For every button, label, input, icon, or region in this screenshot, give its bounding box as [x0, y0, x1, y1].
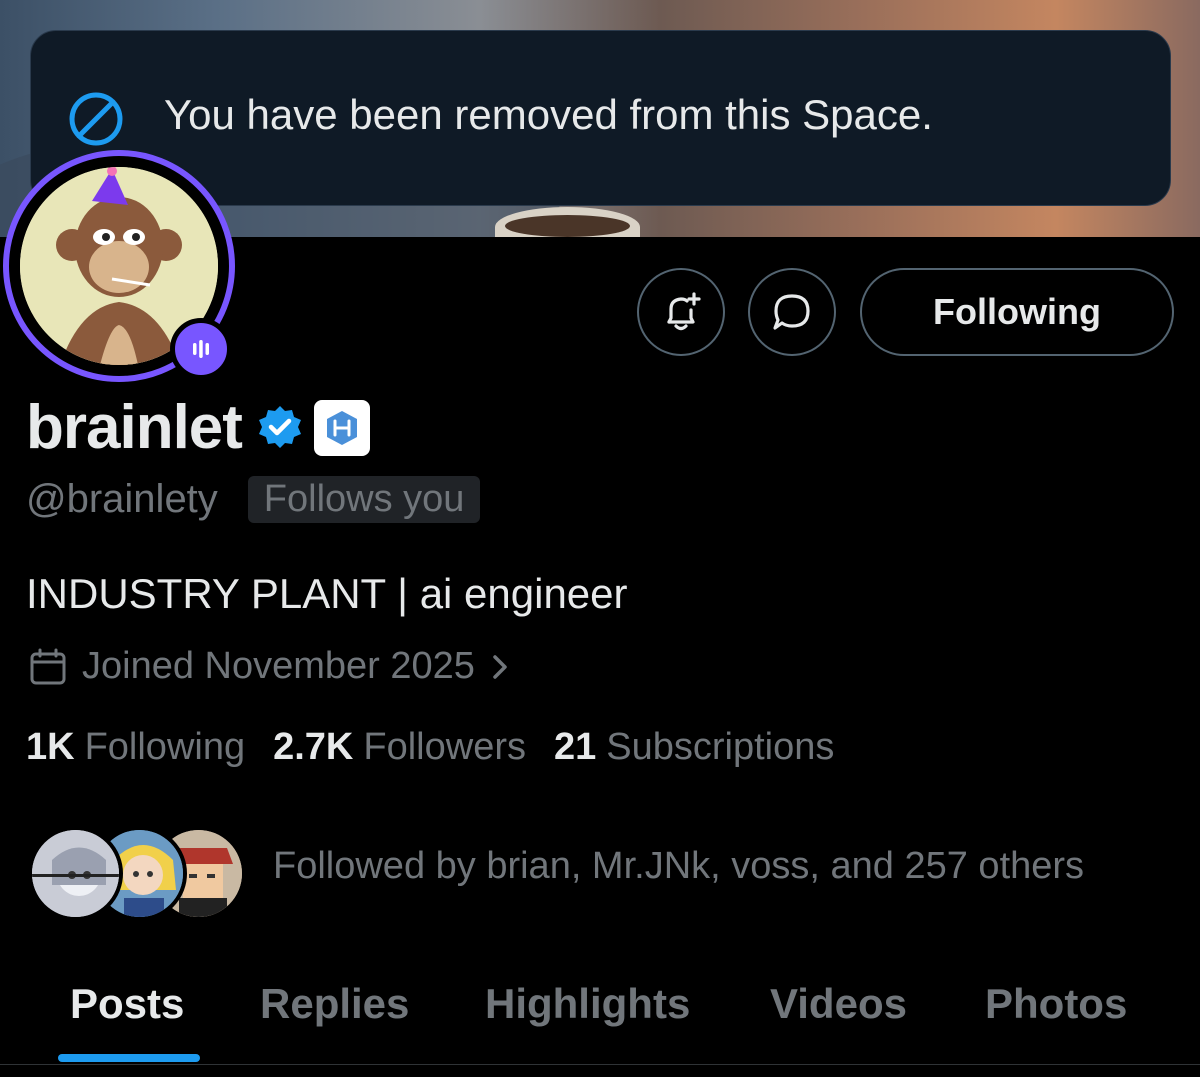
tab-photos[interactable]: Photos [985, 965, 1127, 1065]
following-count: 1K [26, 726, 75, 768]
active-tab-indicator [58, 1054, 200, 1062]
followed-by-text[interactable]: Followed by brian, Mr.JNk, voss, and 257… [273, 845, 1084, 888]
chevron-right-icon [493, 654, 507, 679]
subscriptions-count: 21 [554, 726, 597, 768]
follower-avatar [28, 826, 123, 921]
joined-date: Joined November 2025 [82, 645, 475, 687]
affiliation-badge-icon[interactable] [313, 399, 370, 456]
banner-cup-coffee [505, 215, 630, 237]
space-removed-toast[interactable]: You have been removed from this Space. [30, 30, 1171, 206]
followed-by-avatars[interactable] [28, 826, 248, 921]
tab-videos[interactable]: Videos [770, 965, 907, 1065]
joined-row[interactable]: Joined November 2025 [28, 645, 511, 688]
followers-stat[interactable]: 2.7K Followers [273, 726, 526, 769]
calendar-icon [30, 648, 66, 684]
subscriptions-label: Subscriptions [606, 726, 835, 768]
handle-row: @brainlety Follows you [26, 476, 481, 523]
hexagon-logo-icon [326, 410, 357, 445]
audio-bars-icon [193, 340, 209, 358]
profile-page: You have been removed from this Space. F… [0, 0, 1200, 1077]
verified-badge-icon[interactable] [256, 404, 304, 452]
tabs-divider [0, 1064, 1200, 1065]
subscriptions-stat[interactable]: 21 Subscriptions [554, 726, 834, 769]
follows-you-badge: Follows you [247, 476, 481, 523]
toast-message: You have been removed from this Space. [164, 91, 933, 138]
notify-button[interactable] [637, 268, 725, 356]
stats-row: 1K Following 2.7K Followers 21 Subscript… [26, 726, 862, 769]
name-row: brainlet [26, 392, 370, 463]
blocked-circle-icon [69, 92, 123, 146]
tab-posts[interactable]: Posts [70, 965, 184, 1065]
message-button[interactable] [748, 268, 836, 356]
bio: INDUSTRY PLANT | ai engineer [26, 570, 628, 617]
followers-count: 2.7K [273, 726, 354, 768]
tab-replies[interactable]: Replies [260, 965, 409, 1065]
display-name: brainlet [26, 393, 243, 462]
space-live-badge[interactable] [170, 318, 232, 380]
bell-plus-icon [667, 292, 701, 331]
following-button[interactable]: Following [860, 268, 1174, 356]
handle: @brainlety [26, 477, 218, 521]
following-label: Following [84, 726, 246, 768]
chat-bubble-icon [773, 294, 810, 330]
profile-tabs: Posts Replies Highlights Videos Photos [0, 965, 1200, 1065]
tab-highlights[interactable]: Highlights [485, 965, 690, 1065]
followers-label: Followers [363, 726, 526, 768]
following-stat[interactable]: 1K Following [26, 726, 245, 769]
